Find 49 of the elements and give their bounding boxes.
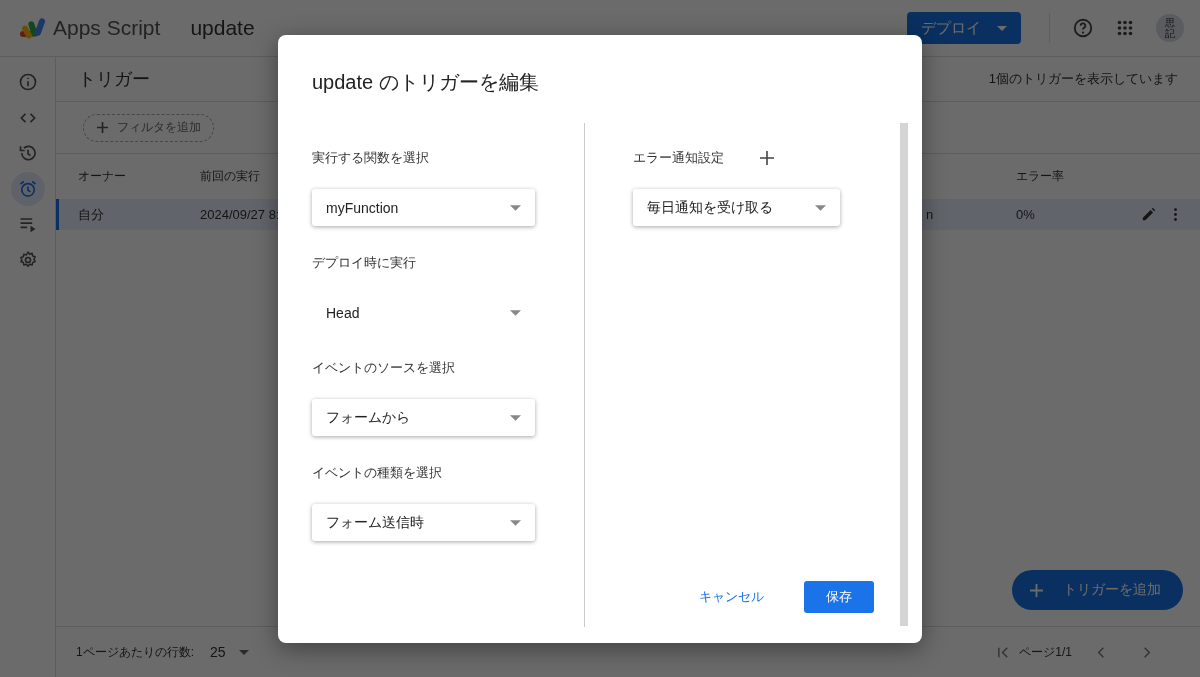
field-label: イベントのソースを選択 — [312, 359, 456, 377]
rows-per-page-select[interactable]: 25 — [210, 644, 249, 660]
trigger-count: 1個のトリガーを表示しています — [988, 70, 1178, 88]
caret-icon — [510, 309, 521, 316]
alarm-clock-icon — [17, 178, 38, 199]
scrollbar[interactable] — [900, 123, 908, 626]
add-trigger-button[interactable]: トリガーを追加 — [1012, 570, 1183, 610]
table-cell: 自分 — [78, 205, 104, 224]
deploy-button[interactable]: デプロイ — [907, 12, 1021, 44]
caret-icon — [510, 204, 521, 211]
field-label: デプロイ時に実行 — [312, 254, 417, 272]
plus-icon — [96, 121, 109, 134]
column-header: エラー率 — [1016, 168, 1064, 185]
table-cell: 0% — [1016, 207, 1035, 222]
info-icon — [17, 72, 38, 92]
caret-icon — [510, 519, 521, 526]
dropdown[interactable]: Head — [312, 294, 535, 331]
save-button[interactable]: 保存 — [804, 581, 874, 613]
add-icon[interactable] — [760, 151, 774, 165]
cancel-button[interactable]: キャンセル — [693, 587, 770, 607]
field-label: イベントの種類を選択 — [312, 464, 443, 482]
table-cell: 2024/09/27 8: — [200, 207, 280, 222]
dialog-title: update のトリガーを編集 — [312, 70, 540, 95]
page-indicator: ページ1/1 — [1019, 643, 1072, 661]
caret-icon — [815, 204, 826, 211]
dropdown[interactable]: myFunction — [312, 189, 535, 226]
app-name: Apps Script — [53, 16, 161, 40]
avatar[interactable]: 思記 — [1156, 14, 1184, 42]
dropdown[interactable]: フォームから — [312, 399, 535, 436]
history-icon — [17, 143, 38, 164]
rows-per-page-label: 1ページあたりの行数: — [76, 643, 194, 661]
caret-icon — [997, 25, 1007, 31]
dropdown[interactable]: フォーム送信時 — [312, 504, 535, 541]
dropdown[interactable]: 毎日通知を受け取る — [633, 189, 840, 226]
project-name[interactable]: update — [190, 16, 255, 40]
logo-icon — [18, 17, 48, 39]
page-title: トリガー — [78, 68, 150, 91]
column-header: 前回の実行 — [200, 168, 260, 185]
edit-icon[interactable] — [1140, 206, 1157, 223]
caret-icon — [510, 414, 521, 421]
settings-icon — [17, 249, 38, 270]
alarm-nav-item[interactable] — [10, 171, 45, 206]
help-icon[interactable] — [1072, 17, 1094, 39]
field-label: 実行する関数を選択 — [312, 149, 430, 167]
column-header: オーナー — [78, 168, 126, 185]
caret-icon — [238, 649, 249, 655]
table-cell: n — [926, 207, 934, 222]
field-label: エラー通知設定 — [633, 149, 724, 167]
plus-icon — [1030, 583, 1043, 597]
